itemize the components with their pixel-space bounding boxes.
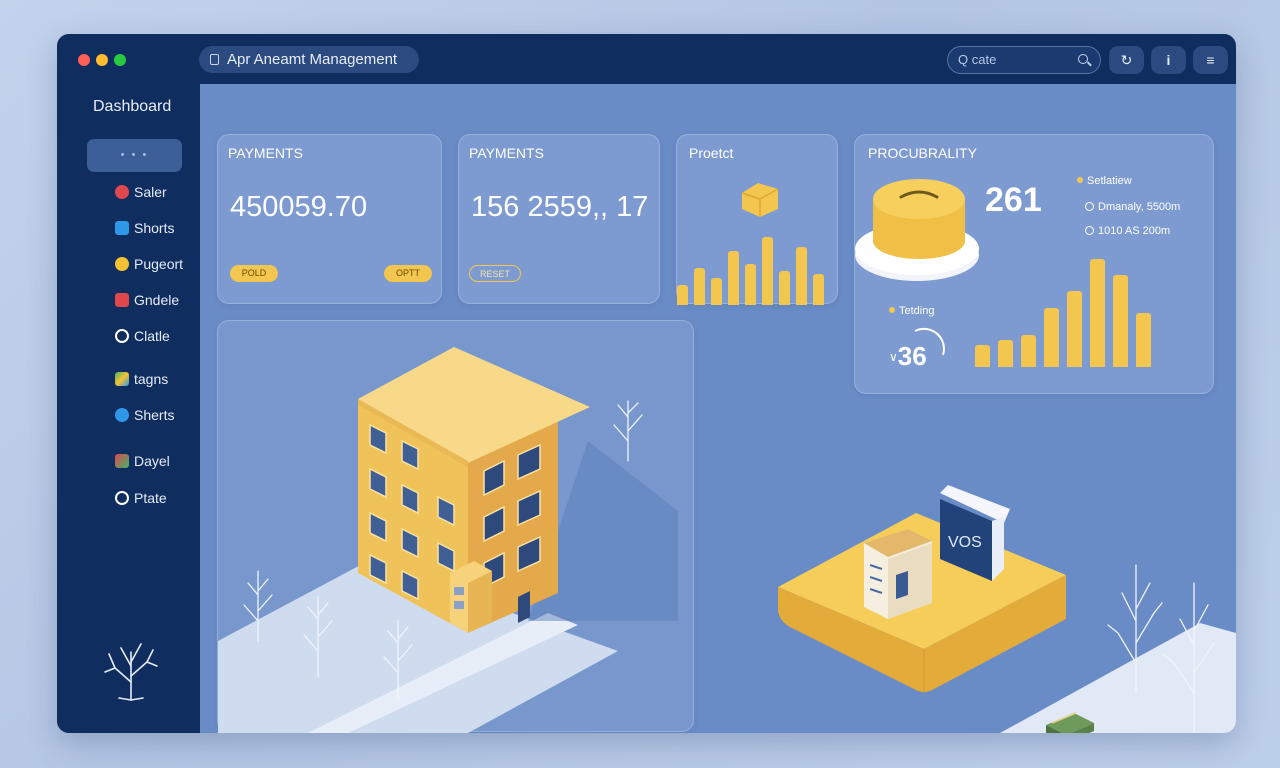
project-card[interactable]: Proetct [676, 134, 838, 305]
bar [694, 268, 705, 305]
payments-card-title: PAYMENTS [469, 145, 544, 161]
sidebar-item-label: tagns [134, 371, 169, 387]
sidebar-item-label: Sherts [134, 407, 175, 423]
palette-icon [115, 372, 129, 386]
refresh-icon: ↻ [1120, 52, 1133, 68]
badge-icon [115, 257, 129, 271]
sidebar: Dashboard • • • Saler Shorts Pugeort Gnd… [57, 84, 200, 733]
tree-decoration-icon [104, 643, 158, 701]
info-icon: i [1166, 52, 1171, 68]
main-content: PAYMENTS 450059.70 POLD OPTT PAYMENTS 15… [200, 84, 1236, 733]
sidebar-item-saler[interactable]: Saler [115, 182, 167, 202]
project-bar-chart [677, 135, 837, 305]
sidebar-item-label: Ptate [134, 490, 167, 506]
app-icon [115, 221, 129, 235]
sidebar-item-gndele[interactable]: Gndele [115, 290, 179, 310]
app-title: Apr Aneamt Management [227, 51, 398, 68]
payments-card-2[interactable]: PAYMENTS 156 2559,, 17 RESET [458, 134, 660, 304]
cube-icon [115, 454, 129, 468]
payments-card-title: PAYMENTS [228, 145, 303, 161]
payments-value: 156 2559,, 17 [471, 191, 649, 223]
bar [796, 247, 807, 305]
pold-badge[interactable]: POLD [230, 265, 278, 282]
app-title-tab[interactable]: Apr Aneamt Management [199, 46, 419, 73]
payments-value: 450059.70 [230, 191, 368, 223]
sidebar-item-label: Clatle [134, 328, 170, 344]
bar [813, 274, 824, 305]
sidebar-item-sherts[interactable]: Sherts [115, 405, 174, 425]
pinterest-icon [115, 491, 129, 505]
sidebar-item-ptate[interactable]: Ptate [115, 488, 167, 508]
search-input[interactable]: Q cate [947, 46, 1101, 74]
menu-button[interactable]: ≡ [1193, 46, 1228, 74]
platform-illustration: VOS [778, 485, 1236, 733]
sidebar-item-dayel[interactable]: Dayel [115, 451, 170, 471]
facebook-icon [115, 408, 129, 422]
globe-icon [115, 329, 129, 343]
optt-badge[interactable]: OPTT [384, 265, 432, 282]
sign-text: VOS [948, 534, 982, 551]
bar [779, 271, 790, 305]
building-illustration [218, 347, 678, 733]
sidebar-item-label: Saler [134, 184, 167, 200]
sidebar-item-active[interactable]: • • • [87, 139, 182, 172]
document-icon [210, 54, 219, 65]
close-window-button[interactable] [78, 54, 90, 66]
sidebar-item-clatle[interactable]: Clatle [115, 326, 170, 346]
search-placeholder: Q cate [958, 52, 997, 67]
rocket-icon [115, 185, 129, 199]
menu-icon: ≡ [1206, 52, 1215, 68]
sidebar-item-label: Shorts [134, 220, 175, 236]
chart-icon [115, 293, 129, 307]
app-window: Apr Aneamt Management Q cate ↻ i ≡ Dashb… [57, 34, 1236, 733]
sidebar-item-tagns[interactable]: tagns [115, 369, 168, 389]
sidebar-item-shorts[interactable]: Shorts [115, 218, 174, 238]
bar [745, 264, 756, 305]
sidebar-title: Dashboard [93, 98, 172, 115]
sidebar-item-label: Dayel [134, 453, 170, 469]
maximize-window-button[interactable] [114, 54, 126, 66]
payments-card-1[interactable]: PAYMENTS 450059.70 POLD OPTT [217, 134, 442, 304]
building-illustration-panel [217, 320, 694, 733]
minimize-window-button[interactable] [96, 54, 108, 66]
reset-badge[interactable]: RESET [469, 265, 521, 282]
sidebar-item-label: Gndele [134, 292, 180, 308]
refresh-button[interactable]: ↻ [1109, 46, 1144, 74]
bar [711, 278, 722, 305]
sidebar-item-label: Pugeort [134, 256, 184, 272]
sidebar-item-pugeort[interactable]: Pugeort [115, 254, 183, 274]
info-button[interactable]: i [1151, 46, 1186, 74]
bar [762, 237, 773, 305]
search-icon[interactable] [1078, 54, 1088, 64]
title-bar: Apr Aneamt Management Q cate ↻ i ≡ [57, 34, 1236, 84]
bar [677, 285, 688, 305]
bar [728, 251, 739, 305]
